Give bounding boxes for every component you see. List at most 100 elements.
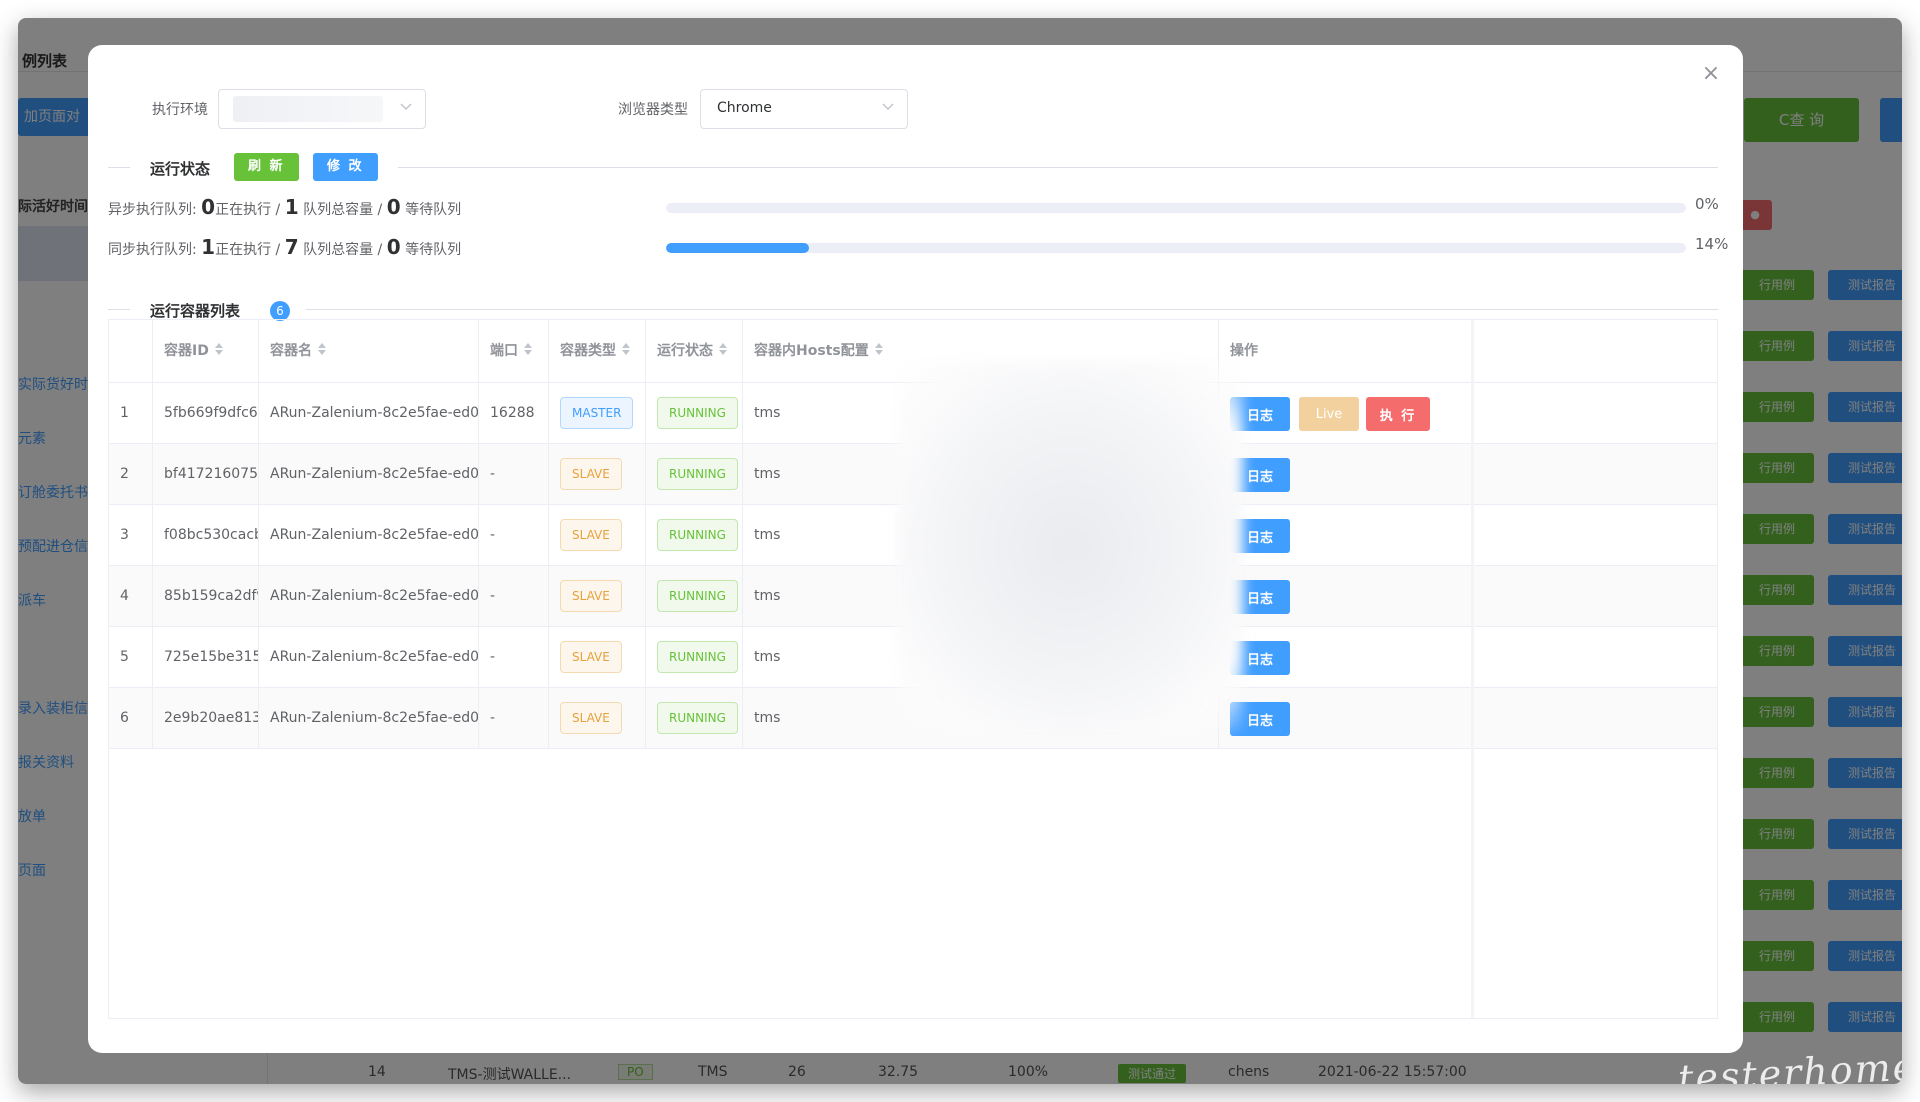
column-header-status[interactable]: 运行状态 bbox=[646, 320, 743, 383]
queue-running: 1 bbox=[201, 235, 216, 259]
run-status-tag: RUNNING bbox=[657, 702, 738, 734]
cell-index-text: 2 bbox=[120, 466, 129, 482]
cell-name-text: ARun-Zalenium-8c2e5fae-ed0b-4... bbox=[270, 527, 479, 543]
app-window: 例列表 加页面对 际活好时间实际货好时元素订舱委托书预配进仓信派车录入装柜信报关… bbox=[18, 18, 1902, 1084]
cell-type: SLAVE bbox=[549, 566, 646, 627]
column-header-label: 容器ID bbox=[164, 343, 209, 359]
cell-type: MASTER bbox=[549, 383, 646, 444]
cell-port-text: 16288 bbox=[490, 405, 535, 421]
queue-waiting-label: 等待队列 bbox=[400, 202, 462, 218]
column-header-type[interactable]: 容器类型 bbox=[549, 320, 646, 383]
cell-index-text: 3 bbox=[120, 527, 129, 543]
sort-caret-icon[interactable] bbox=[318, 342, 326, 356]
refresh-button[interactable]: 刷 新 bbox=[234, 153, 299, 181]
cell-port-text: - bbox=[490, 649, 496, 665]
cell-index-text: 5 bbox=[120, 649, 129, 665]
cell-port: - bbox=[479, 627, 549, 688]
cell-type: SLAVE bbox=[549, 688, 646, 749]
cell-index: 4 bbox=[109, 566, 153, 627]
container-count-badge: 6 bbox=[270, 301, 290, 321]
sort-caret-icon[interactable] bbox=[622, 342, 630, 356]
cell-status: RUNNING bbox=[646, 383, 743, 444]
container-type-tag: SLAVE bbox=[560, 580, 622, 612]
cell-hosts-text: tms bbox=[754, 710, 781, 726]
column-header-name[interactable]: 容器名 bbox=[259, 320, 479, 383]
cell-name: ARun-Zalenium-8c2e5fae-ed0b-4... bbox=[259, 627, 479, 688]
queue-prefix: 同步执行队列: bbox=[108, 242, 202, 258]
cell-actions: 日志 Live 执 行 bbox=[1219, 383, 1717, 444]
cell-hosts-text: tms bbox=[754, 527, 781, 543]
container-type-tag: SLAVE bbox=[560, 702, 622, 734]
column-header-id[interactable]: 容器ID bbox=[153, 320, 259, 383]
cell-name: ARun-Zalenium-8c2e5fae-ed0b-4... bbox=[259, 688, 479, 749]
cell-hosts-text: tms bbox=[754, 466, 781, 482]
column-header-index bbox=[109, 320, 153, 383]
execute-button[interactable]: 执 行 bbox=[1366, 397, 1430, 431]
divider-line bbox=[398, 167, 1718, 168]
cell-id: f08bc530cacb bbox=[153, 505, 259, 566]
cell-port: - bbox=[479, 566, 549, 627]
cell-index: 5 bbox=[109, 627, 153, 688]
queue-waiting: 0 bbox=[386, 235, 401, 259]
column-header-label: 容器内Hosts配置 bbox=[754, 343, 869, 359]
cell-index-text: 1 bbox=[120, 405, 129, 421]
queue-capacity: 1 bbox=[284, 195, 299, 219]
cell-actions: 日志 bbox=[1219, 627, 1717, 688]
divider-line bbox=[306, 309, 1718, 310]
cell-status: RUNNING bbox=[646, 505, 743, 566]
column-header-label: 容器名 bbox=[270, 343, 312, 359]
cell-name-text: ARun-Zalenium-8c2e5fae-ed0b-4... bbox=[270, 588, 479, 604]
run-status-tag: RUNNING bbox=[657, 397, 738, 429]
cell-status: RUNNING bbox=[646, 566, 743, 627]
cell-name-text: ARun-Zalenium-8c2e5fae-ed0b-4... bbox=[270, 466, 479, 482]
cell-port: - bbox=[479, 505, 549, 566]
sort-caret-icon[interactable] bbox=[214, 342, 223, 356]
env-select[interactable] bbox=[218, 89, 426, 129]
cell-type: SLAVE bbox=[549, 444, 646, 505]
cell-name: ARun-Zalenium-8c2e5fae-ed0b-4... bbox=[259, 505, 479, 566]
sort-caret-icon[interactable] bbox=[719, 342, 727, 356]
browser-select[interactable]: Chrome bbox=[700, 89, 908, 129]
queue-prefix: 异步执行队列: bbox=[108, 202, 202, 218]
queue-row: 同步执行队列: 1正在执行 / 7 队列总容量 / 0 等待队列 14% bbox=[108, 231, 1728, 261]
cell-port-text: - bbox=[490, 527, 496, 543]
cell-status: RUNNING bbox=[646, 688, 743, 749]
column-header-port[interactable]: 端口 bbox=[479, 320, 549, 383]
container-status-dialog: × 执行环境 浏览器类型 Chrome 运行状态 刷 新 修 改 异步执行队列:… bbox=[88, 45, 1743, 1053]
queue-text: 同步执行队列: 1正在执行 / 7 队列总容量 / 0 等待队列 bbox=[108, 235, 461, 259]
cell-id-text: f08bc530cacb bbox=[164, 527, 259, 543]
column-header-label: 容器类型 bbox=[560, 343, 616, 359]
cell-index: 2 bbox=[109, 444, 153, 505]
run-status-tag: RUNNING bbox=[657, 580, 738, 612]
close-icon[interactable]: × bbox=[1699, 63, 1723, 87]
fixed-column-shadow bbox=[1471, 320, 1474, 1018]
cell-id: 85b159ca2df9 bbox=[153, 566, 259, 627]
cell-id: 5fb669f9dfc6 bbox=[153, 383, 259, 444]
cell-status: RUNNING bbox=[646, 627, 743, 688]
queue-progress-track bbox=[666, 243, 1686, 253]
queue-text: 异步执行队列: 0正在执行 / 1 队列总容量 / 0 等待队列 bbox=[108, 195, 461, 219]
edit-button[interactable]: 修 改 bbox=[313, 153, 378, 181]
queue-waiting: 0 bbox=[386, 195, 401, 219]
container-type-tag: MASTER bbox=[560, 397, 634, 429]
cell-actions: 日志 bbox=[1219, 444, 1717, 505]
cell-port: - bbox=[479, 688, 549, 749]
cell-name: ARun-Zalenium-8c2e5fae-ed0b-4... bbox=[259, 566, 479, 627]
run-status-divider: 运行状态 刷 新 修 改 bbox=[108, 153, 1718, 181]
cell-actions: 日志 bbox=[1219, 505, 1717, 566]
hosts-redacted-area bbox=[898, 362, 1243, 732]
live-button[interactable]: Live bbox=[1299, 397, 1359, 431]
chevron-down-icon bbox=[882, 103, 894, 111]
cell-id-text: 2e9b20ae8138 bbox=[164, 710, 258, 726]
cell-index-text: 4 bbox=[120, 588, 129, 604]
cell-status: RUNNING bbox=[646, 444, 743, 505]
container-type-tag: SLAVE bbox=[560, 458, 622, 490]
queue-progress-track bbox=[666, 203, 1686, 213]
divider-line bbox=[108, 167, 130, 168]
sort-caret-icon[interactable] bbox=[874, 342, 883, 356]
cell-id-text: bf417216075b bbox=[164, 466, 259, 482]
cell-index-text: 6 bbox=[120, 710, 129, 726]
cell-name: ARun-Zalenium-8c2e5fae-ed0b-4... bbox=[259, 444, 479, 505]
cell-name-text: ARun-Zalenium-8c2e5fae-ed0b-4... bbox=[270, 649, 479, 665]
sort-caret-icon[interactable] bbox=[524, 342, 532, 356]
